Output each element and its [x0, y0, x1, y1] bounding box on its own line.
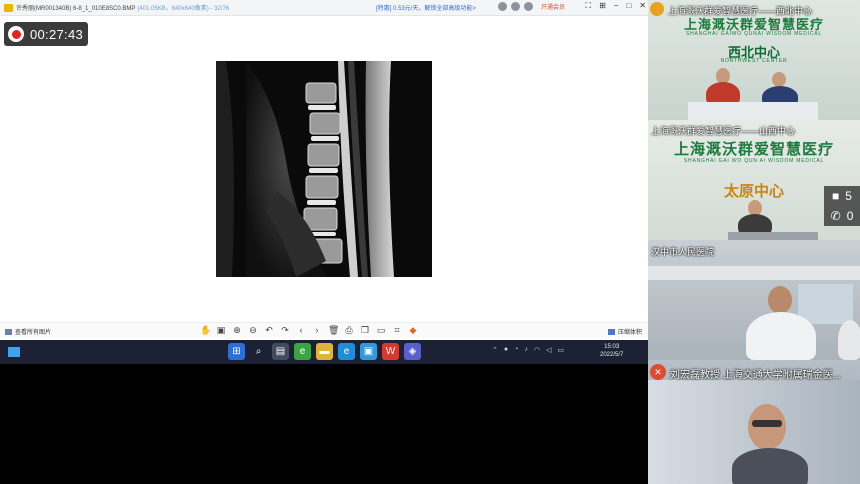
file-title: 许秀丽(MR001340B) 6-8_1_010E8SC0.BMP	[16, 6, 136, 12]
volume-icon[interactable]: ◁	[546, 346, 551, 354]
participant	[746, 312, 816, 360]
image-viewer-taskbar-icon[interactable]: ▣	[360, 343, 377, 360]
show-all-images-button[interactable]: 查看所有图片	[5, 327, 51, 336]
pin-icon[interactable]: ⊞	[599, 1, 606, 11]
wifi-icon[interactable]: ◠	[534, 346, 540, 354]
start-icon[interactable]: ⊞	[228, 343, 245, 360]
phone-icon: ✆	[830, 209, 841, 223]
rotate-right-icon[interactable]: ↷	[280, 325, 290, 335]
phone-count: 0	[846, 209, 854, 223]
prev-icon[interactable]: ‹	[296, 325, 306, 335]
wall-sign-cn: 上海溉沃群爱智慧医疗	[673, 141, 834, 158]
taskbar-clock[interactable]: 15:03 2022/5/7	[600, 343, 623, 359]
viewer-bottom-toolbar: 查看所有图片 ✋ ▣ ⊕ ⊖ ↶ ↷ ‹ › 🗑 ⎙ ❐ ▭ ⌗ ◆ 压缩体积	[0, 322, 648, 338]
edge-icon[interactable]: e	[338, 343, 355, 360]
recording-indicator[interactable]: 00:27:43	[4, 22, 88, 46]
meeting-app-icon[interactable]: ◈	[404, 343, 421, 360]
compress-button[interactable]: 压缩体积	[607, 327, 642, 336]
desk	[728, 232, 818, 240]
more-icon[interactable]: ◆	[408, 325, 418, 335]
search-icon[interactable]: ⌕	[250, 343, 267, 360]
compress-icon	[607, 328, 615, 335]
call-stats: ■ 5 ✆ 0	[824, 186, 860, 226]
tile-label: 上海溉沃群爱智慧医疗——西北中心	[668, 6, 813, 16]
video-tile-hanzhong[interactable]: 汉中市人民医院	[648, 240, 860, 360]
rotate-left-icon[interactable]: ↶	[264, 325, 274, 335]
maximize-icon[interactable]: □	[626, 1, 631, 11]
promo-link[interactable]: [特惠] 0.53元/天，解锁全部高级功能>	[376, 3, 476, 12]
host-icon	[650, 2, 664, 16]
skin-icon[interactable]	[498, 2, 507, 11]
delete-icon[interactable]: 🗑	[328, 325, 339, 335]
wall-sign-en: SHANGHAI GAI WO QUN AI WISDOM MEDICAL	[683, 158, 825, 164]
mic-muted-icon: ✕	[650, 364, 666, 380]
clock-time: 15:03	[604, 344, 620, 350]
glasses	[752, 420, 782, 427]
widgets-icon[interactable]	[8, 347, 20, 357]
center-name-en: NORTHWEST CENTER	[720, 58, 788, 64]
window	[798, 284, 853, 324]
hand-icon[interactable]: ✋	[200, 325, 211, 335]
file-meta: (401.05KB，640x640像素) - 32/76	[137, 6, 230, 12]
video-camera-icon: ■	[832, 189, 840, 203]
participant	[838, 320, 860, 360]
zoom-in-icon[interactable]: ⊕	[232, 325, 242, 335]
copy-icon[interactable]: ❐	[360, 325, 370, 335]
app-icon	[4, 3, 13, 12]
record-icon	[8, 26, 24, 42]
recording-timer: 00:27:43	[30, 26, 84, 42]
microphone-icon[interactable]: ♪	[524, 346, 528, 354]
video-tile-professor[interactable]: ✕ 刘宏磊教授 上海交通大学附属瑞金医...	[648, 360, 860, 484]
help-icon[interactable]	[524, 2, 533, 11]
next-icon[interactable]: ›	[312, 325, 322, 335]
video-tile-northwest[interactable]: 上海溉沃群爱智慧医疗 SHANGHAI GAIWO QUNAI WISDOM M…	[648, 0, 860, 120]
fullscreen-icon[interactable]: ⛶	[585, 1, 591, 11]
tile-label: 汉中市人民医院	[651, 247, 715, 257]
file-explorer-icon[interactable]: ▬	[316, 343, 333, 360]
screen: 许秀丽(MR001340B) 6-8_1_010E8SC0.BMP (401.0…	[0, 0, 860, 484]
video-count: 5	[845, 189, 852, 203]
person-head	[768, 286, 792, 314]
fit-icon[interactable]: ▣	[216, 325, 226, 335]
gallery-icon	[5, 328, 12, 335]
close-icon[interactable]: ✕	[639, 1, 646, 11]
folder-icon[interactable]: ▭	[376, 325, 386, 335]
tray-app-icon[interactable]: ●	[504, 346, 508, 354]
task-view-icon[interactable]: ▤	[272, 343, 289, 360]
person-head	[748, 404, 786, 450]
network-icon[interactable]: ◔	[514, 346, 518, 354]
wall-sign-en: SHANGHAI GAIWO QUNAI WISDOM MEDICAL	[685, 31, 823, 37]
minimize-icon[interactable]: −	[614, 1, 619, 11]
viewer-title-bar: 许秀丽(MR001340B) 6-8_1_010E8SC0.BMP (401.0…	[0, 0, 648, 16]
wps-icon[interactable]: W	[382, 343, 399, 360]
mri-spine-image	[216, 61, 432, 277]
participant	[732, 448, 808, 484]
browser-360-icon[interactable]: e	[294, 343, 311, 360]
tile-label: 上海溉沃群爱智慧医疗——山西中心	[651, 126, 796, 136]
ceiling	[648, 266, 860, 280]
tray-expand-icon[interactable]: ⌃	[492, 346, 498, 354]
battery-icon[interactable]: ▭	[557, 346, 564, 354]
tile-label: 刘宏磊教授 上海交通大学附属瑞金医...	[670, 370, 842, 381]
taskbar: ⊞ ⌕ ▤ e ▬ e ▣ W ◈ ⌃ ● ◔ ♪ ◠ ◁ ▭ 15:03 20…	[0, 340, 648, 364]
video-tile-shanxi[interactable]: 上海溉沃群爱智慧医疗——山西中心 上海溉沃群爱智慧医疗 SHANGHAI GAI…	[648, 120, 860, 240]
member-button[interactable]: 开通会员	[541, 2, 565, 11]
image-viewer-window: 许秀丽(MR001340B) 6-8_1_010E8SC0.BMP (401.0…	[0, 0, 648, 340]
zoom-out-icon[interactable]: ⊖	[248, 325, 258, 335]
crop-icon[interactable]: ⌗	[392, 325, 402, 335]
desk	[688, 102, 818, 120]
settings-icon[interactable]	[511, 2, 520, 11]
print-icon[interactable]: ⎙	[344, 325, 354, 335]
clock-date: 2022/5/7	[600, 352, 624, 358]
person-head	[772, 72, 786, 87]
